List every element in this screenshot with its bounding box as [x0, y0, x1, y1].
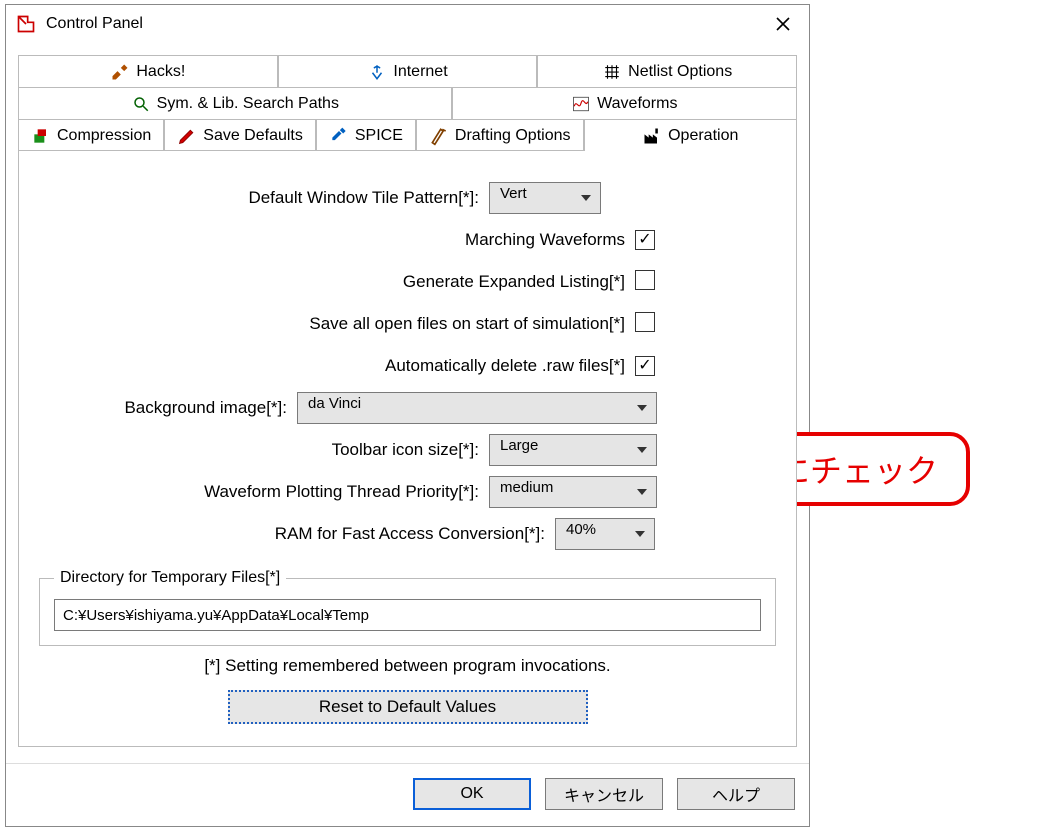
app-icon [16, 14, 36, 34]
tab-operation[interactable]: Operation [584, 119, 798, 151]
label-save-on-start: Save all open files on start of simulati… [39, 314, 625, 334]
checkbox-marching-waveforms[interactable] [635, 230, 655, 250]
label-marching-waveforms: Marching Waveforms [39, 230, 625, 250]
checkbox-auto-delete-raw[interactable] [635, 356, 655, 376]
select-tile-pattern[interactable]: Vert [489, 182, 601, 214]
grid-icon [602, 62, 622, 82]
tab-label: Save Defaults [203, 127, 303, 145]
cancel-button[interactable]: キャンセル [545, 778, 663, 810]
label-expanded-listing: Generate Expanded Listing[*] [39, 272, 625, 292]
tab-drafting-options[interactable]: Drafting Options [416, 119, 584, 151]
tab-compression[interactable]: Compression [18, 119, 164, 151]
select-ram-fast[interactable]: 40% [555, 518, 655, 550]
compress-icon [31, 126, 51, 146]
pencil-icon [177, 126, 197, 146]
label-tile-pattern: Default Window Tile Pattern[*]: [39, 188, 479, 208]
tab-label: Waveforms [597, 95, 677, 113]
drafting-icon [429, 126, 449, 146]
select-wf-priority[interactable]: medium [489, 476, 657, 508]
remembered-note: [*] Setting remembered between program i… [39, 656, 776, 676]
tempdir-input[interactable] [54, 599, 761, 631]
label-bg-image: Background image[*]: [39, 398, 287, 418]
tempdir-group: Directory for Temporary Files[*] [39, 569, 776, 646]
control-panel-window: Control Panel Hacks! Internet [5, 4, 810, 827]
tab-label: Internet [393, 63, 447, 81]
magnifier-icon [131, 94, 151, 114]
select-toolbar-size[interactable]: Large [489, 434, 657, 466]
tab-hacks[interactable]: Hacks! [18, 55, 278, 87]
label-ram-fast: RAM for Fast Access Conversion[*]: [39, 524, 545, 544]
label-auto-delete-raw: Automatically delete .raw files[*] [39, 356, 625, 376]
tab-label: Compression [57, 127, 151, 145]
close-button[interactable] [761, 9, 805, 39]
checkbox-save-on-start[interactable] [635, 312, 655, 332]
operation-panel: Default Window Tile Pattern[*]: Vert Mar… [18, 150, 797, 747]
tab-label: Sym. & Lib. Search Paths [157, 95, 339, 113]
ok-button[interactable]: OK [413, 778, 531, 810]
tab-internet[interactable]: Internet [278, 55, 538, 87]
checkbox-expanded-listing[interactable] [635, 270, 655, 290]
tab-search-paths[interactable]: Sym. & Lib. Search Paths [18, 87, 452, 119]
help-button[interactable]: ヘルプ [677, 778, 795, 810]
waveform-icon [571, 94, 591, 114]
hammer2-icon [329, 126, 349, 146]
tab-label: Hacks! [136, 63, 185, 81]
label-wf-priority: Waveform Plotting Thread Priority[*]: [39, 482, 479, 502]
factory-icon [642, 126, 662, 146]
tab-label: Netlist Options [628, 63, 732, 81]
tab-label: SPICE [355, 127, 403, 145]
tempdir-legend: Directory for Temporary Files[*] [54, 569, 286, 587]
hammer-icon [110, 62, 130, 82]
tab-spice[interactable]: SPICE [316, 119, 416, 151]
tab-waveforms[interactable]: Waveforms [452, 87, 797, 119]
tab-label: Drafting Options [455, 127, 571, 145]
window-title: Control Panel [46, 15, 761, 33]
dialog-button-row: OK キャンセル ヘルプ [6, 763, 809, 826]
reset-defaults-button[interactable]: Reset to Default Values [228, 690, 588, 724]
tab-save-defaults[interactable]: Save Defaults [164, 119, 316, 151]
select-bg-image[interactable]: da Vinci [297, 392, 657, 424]
label-toolbar-size: Toolbar icon size[*]: [39, 440, 479, 460]
internet-icon [367, 62, 387, 82]
tab-label: Operation [668, 127, 738, 145]
tab-strip: Hacks! Internet Netlist Options [18, 55, 797, 747]
titlebar: Control Panel [6, 5, 809, 43]
tab-netlist-options[interactable]: Netlist Options [537, 55, 797, 87]
